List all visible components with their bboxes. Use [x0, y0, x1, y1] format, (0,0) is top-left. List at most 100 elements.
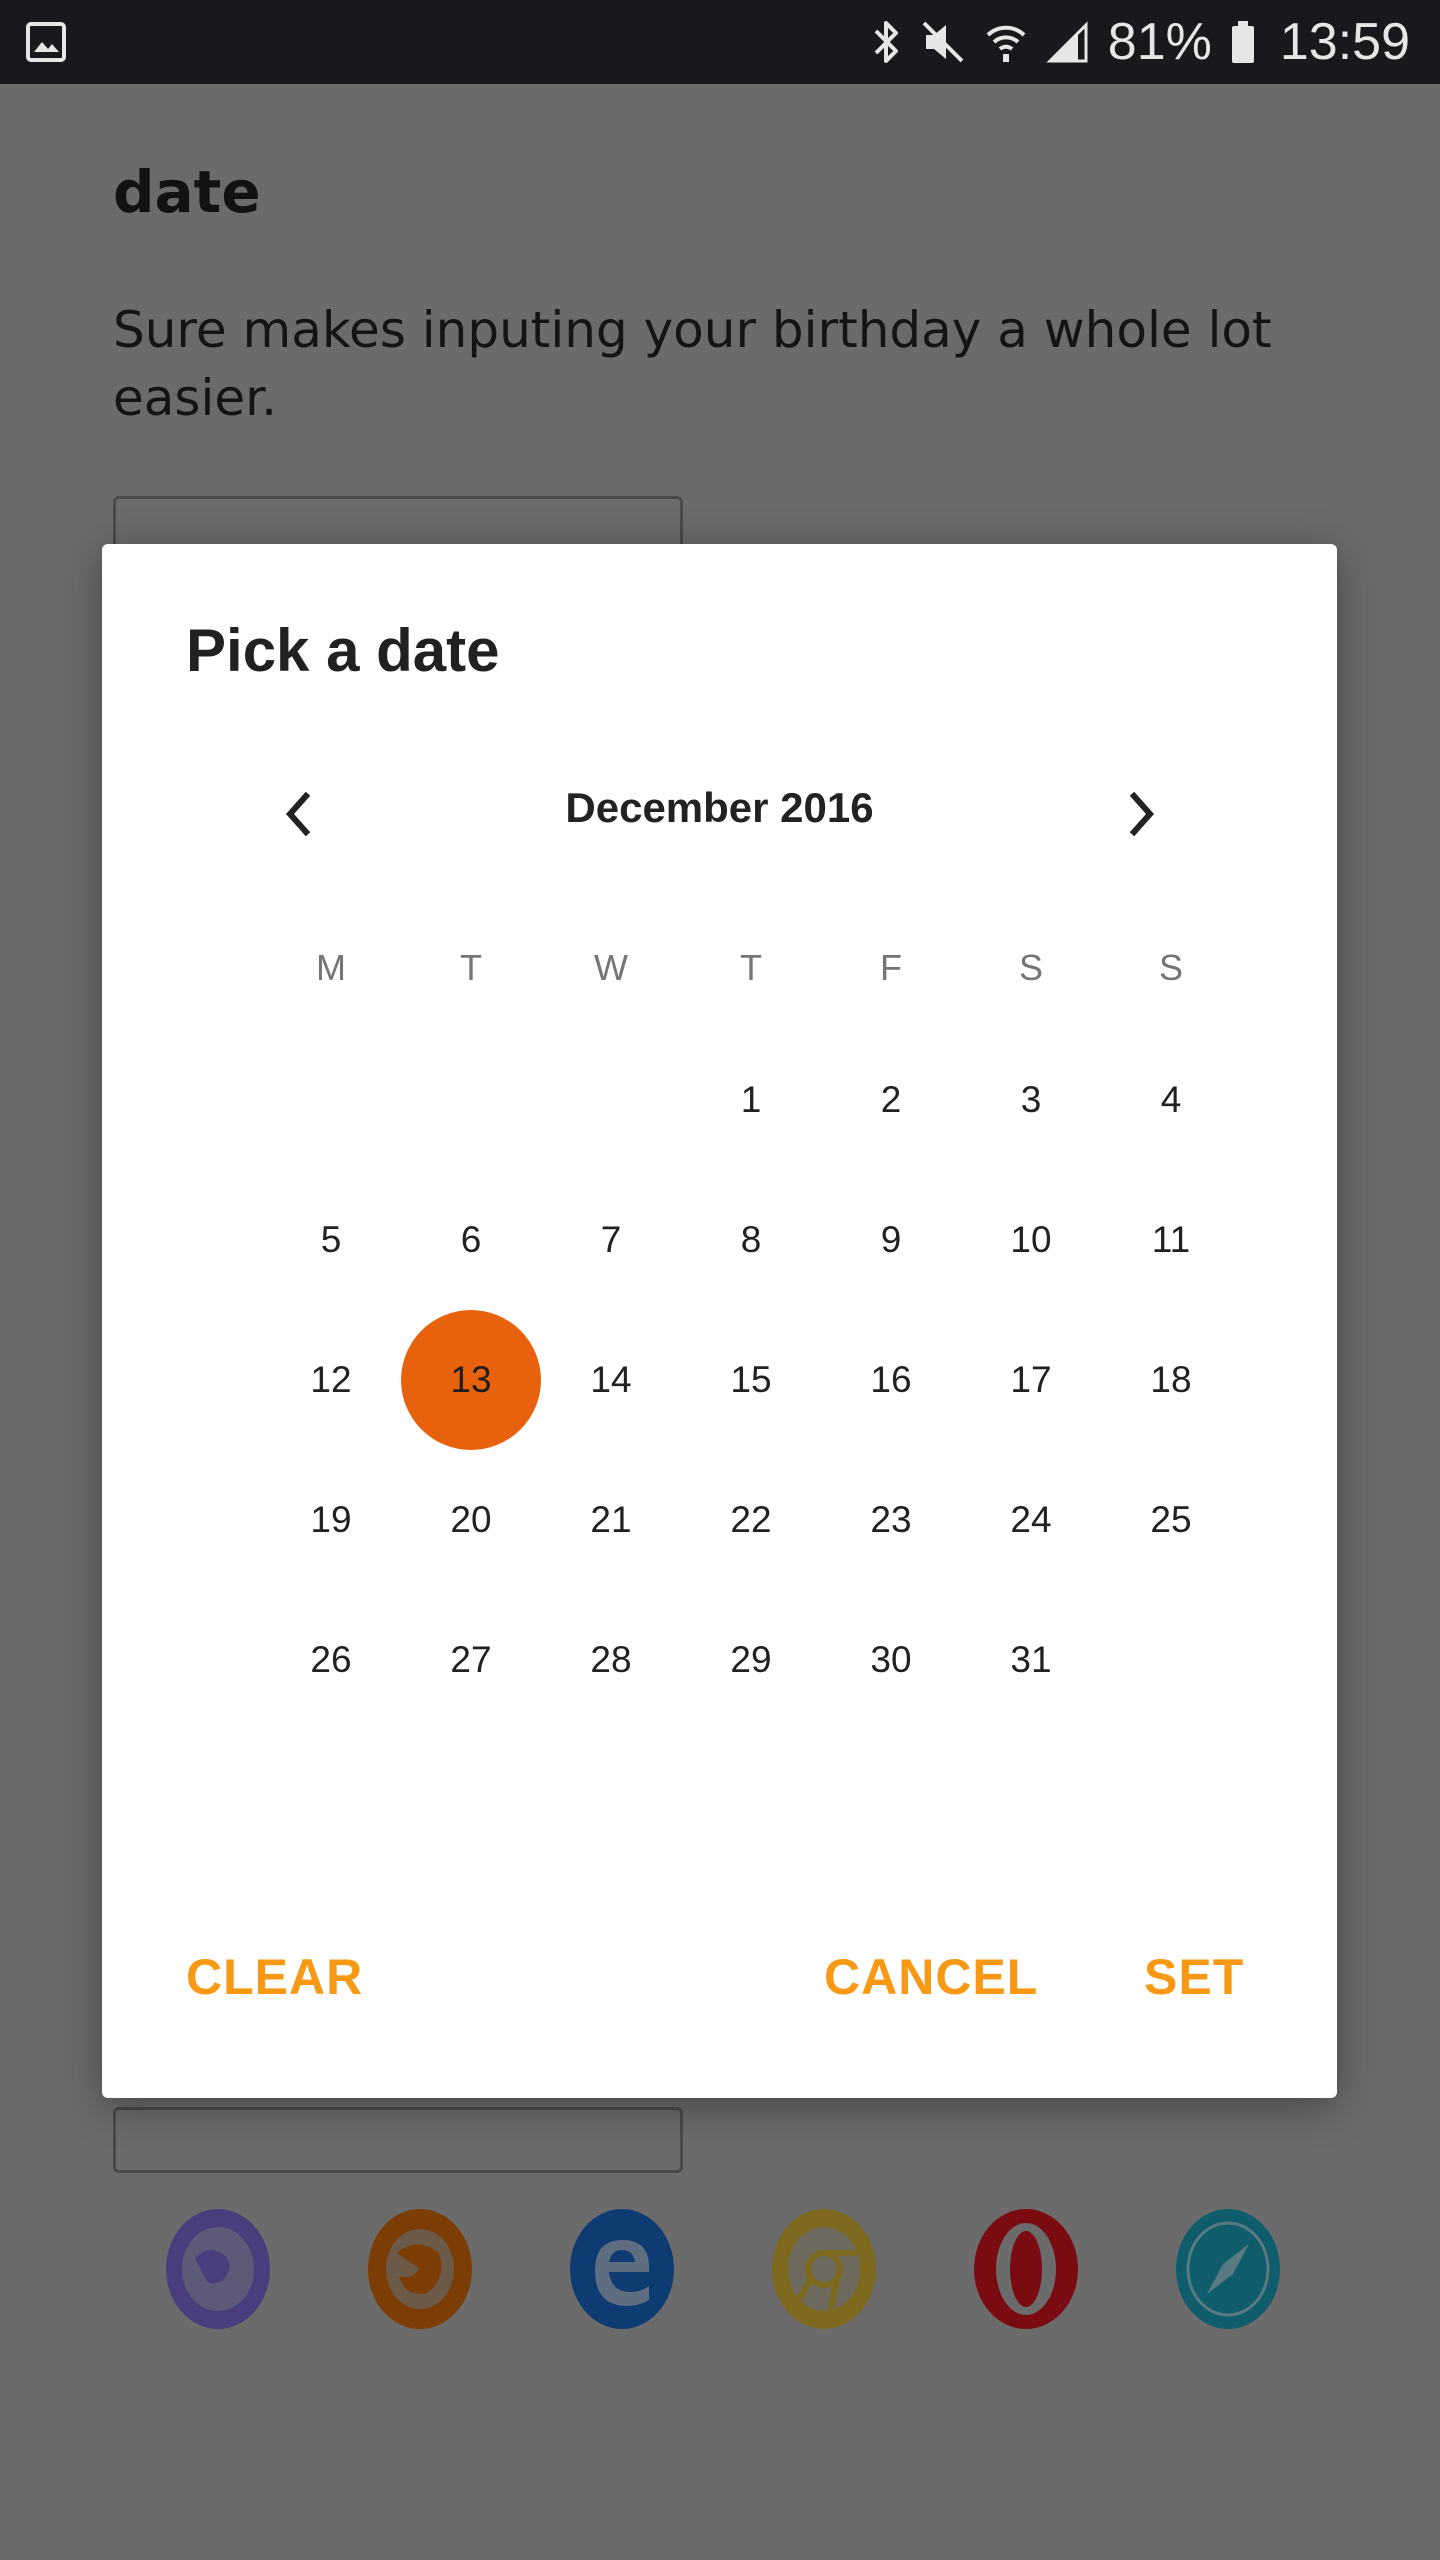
calendar-grid: MTWTFSS 1 2 3 4 5 6 7 8 9 10 11 12 13 14 15 16 17 18 19 20 2…	[261, 928, 1241, 1730]
day-number: 9	[880, 1219, 902, 1260]
safari-icon	[1175, 2208, 1281, 2330]
day-number: 17	[1010, 1359, 1052, 1400]
day-number: 28	[590, 1639, 632, 1680]
weekday-label: M	[316, 947, 346, 988]
page-title: date	[113, 158, 261, 226]
mute-icon	[920, 19, 966, 65]
day-number: 13	[401, 1310, 541, 1450]
status-icons: 81% 13:59	[872, 0, 1410, 84]
day-number: 2	[880, 1079, 902, 1120]
day-cell[interactable]: 8	[681, 1170, 821, 1310]
gallery-icon	[26, 22, 66, 62]
day-cell[interactable]: 7	[541, 1170, 681, 1310]
day-number: 23	[870, 1499, 912, 1540]
day-number: 26	[310, 1639, 352, 1680]
weekday-label: S	[1158, 947, 1183, 988]
day-number: 20	[450, 1499, 492, 1540]
wifi-icon	[984, 19, 1028, 65]
clear-button[interactable]: CLEAR	[186, 1932, 363, 2022]
empty-day-cell	[541, 1030, 681, 1170]
day-cell[interactable]: 6	[401, 1170, 541, 1310]
day-number: 4	[1160, 1079, 1182, 1120]
secondary-input[interactable]	[113, 2107, 683, 2173]
chevron-right-icon	[1129, 791, 1155, 837]
day-cell[interactable]: 20	[401, 1450, 541, 1590]
day-cell[interactable]: 28	[541, 1590, 681, 1730]
firefox-icon	[367, 2208, 473, 2330]
day-number: 12	[310, 1359, 352, 1400]
weekday-label: T	[740, 947, 762, 988]
day-cell[interactable]: 2	[821, 1030, 961, 1170]
empty-day-cell	[261, 1030, 401, 1170]
dialog-title: Pick a date	[186, 617, 500, 684]
day-cell[interactable]: 10	[961, 1170, 1101, 1310]
day-number: 5	[320, 1219, 342, 1260]
day-number: 25	[1150, 1499, 1192, 1540]
day-cell[interactable]: 17	[961, 1310, 1101, 1450]
day-number: 27	[450, 1639, 492, 1680]
day-cell[interactable]: 12	[261, 1310, 401, 1450]
day-number: 6	[460, 1219, 482, 1260]
battery-percent: 81%	[1107, 13, 1212, 71]
empty-day-cell	[401, 1030, 541, 1170]
day-number: 22	[730, 1499, 772, 1540]
day-number: 18	[1150, 1359, 1192, 1400]
day-cell[interactable]: 1	[681, 1030, 821, 1170]
day-cell[interactable]: 3	[961, 1030, 1101, 1170]
day-grid: 1 2 3 4 5 6 7 8 9 10 11 12 13 14 15 16 17 18 19 20 21 22 23 24 2…	[261, 1030, 1241, 1730]
generic-browser-icon	[165, 2208, 271, 2330]
day-cell[interactable]: 29	[681, 1590, 821, 1730]
day-cell[interactable]: 26	[261, 1590, 401, 1730]
day-number: 21	[590, 1499, 632, 1540]
weekday-label: S	[1018, 947, 1043, 988]
clock: 13:59	[1279, 13, 1410, 71]
day-number: 7	[600, 1219, 622, 1260]
cancel-button[interactable]: CANCEL	[824, 1932, 1038, 2022]
day-cell[interactable]: 27	[401, 1590, 541, 1730]
day-cell[interactable]: 21	[541, 1450, 681, 1590]
day-cell[interactable]: 30	[821, 1590, 961, 1730]
day-cell[interactable]: 18	[1101, 1310, 1241, 1450]
day-number: 15	[730, 1359, 772, 1400]
chrome-icon	[771, 2208, 877, 2330]
bluetooth-icon	[872, 19, 902, 65]
day-cell[interactable]: 4	[1101, 1030, 1241, 1170]
day-number: 31	[1010, 1639, 1052, 1680]
day-number: 3	[1020, 1079, 1042, 1120]
day-cell[interactable]: 23	[821, 1450, 961, 1590]
day-number: 14	[590, 1359, 632, 1400]
day-cell[interactable]: 14	[541, 1310, 681, 1450]
dialog-actions: CLEAR CANCEL SET	[102, 1932, 1337, 2022]
day-cell[interactable]: 19	[261, 1450, 401, 1590]
date-picker-dialog: Pick a date December 2016 MTWTFSS 123456…	[102, 544, 1337, 2098]
battery-icon	[1230, 19, 1256, 65]
day-cell[interactable]: 24	[961, 1450, 1101, 1590]
next-month-button[interactable]	[1102, 774, 1182, 854]
day-number: 24	[1010, 1499, 1052, 1540]
set-button[interactable]: SET	[1144, 1932, 1244, 2022]
day-cell[interactable]: 9	[821, 1170, 961, 1310]
day-number: 30	[870, 1639, 912, 1680]
day-cell[interactable]: 5	[261, 1170, 401, 1310]
weekday-header: MTWTFSS	[261, 928, 1241, 1008]
day-cell[interactable]: 22	[681, 1450, 821, 1590]
day-number: 11	[1151, 1219, 1191, 1260]
day-cell[interactable]: 25	[1101, 1450, 1241, 1590]
selected-day-cell[interactable]: 13	[401, 1310, 541, 1450]
day-number: 1	[740, 1079, 762, 1120]
weekday-label: W	[594, 947, 628, 988]
opera-icon	[973, 2208, 1079, 2330]
page-description: Sure makes inputing your birthday a whol…	[113, 301, 1272, 427]
day-cell[interactable]: 31	[961, 1590, 1101, 1730]
weekday-label: F	[880, 947, 902, 988]
status-bar: 81% 13:59	[0, 0, 1440, 84]
weekday-label: T	[460, 947, 482, 988]
signal-icon	[1046, 19, 1090, 65]
day-cell[interactable]: 15	[681, 1310, 821, 1450]
browser-icons-row	[0, 2208, 1440, 2332]
day-cell[interactable]: 11	[1101, 1170, 1241, 1310]
edge-icon	[569, 2208, 675, 2330]
day-number: 29	[730, 1639, 772, 1680]
day-cell[interactable]: 16	[821, 1310, 961, 1450]
day-number: 16	[870, 1359, 912, 1400]
